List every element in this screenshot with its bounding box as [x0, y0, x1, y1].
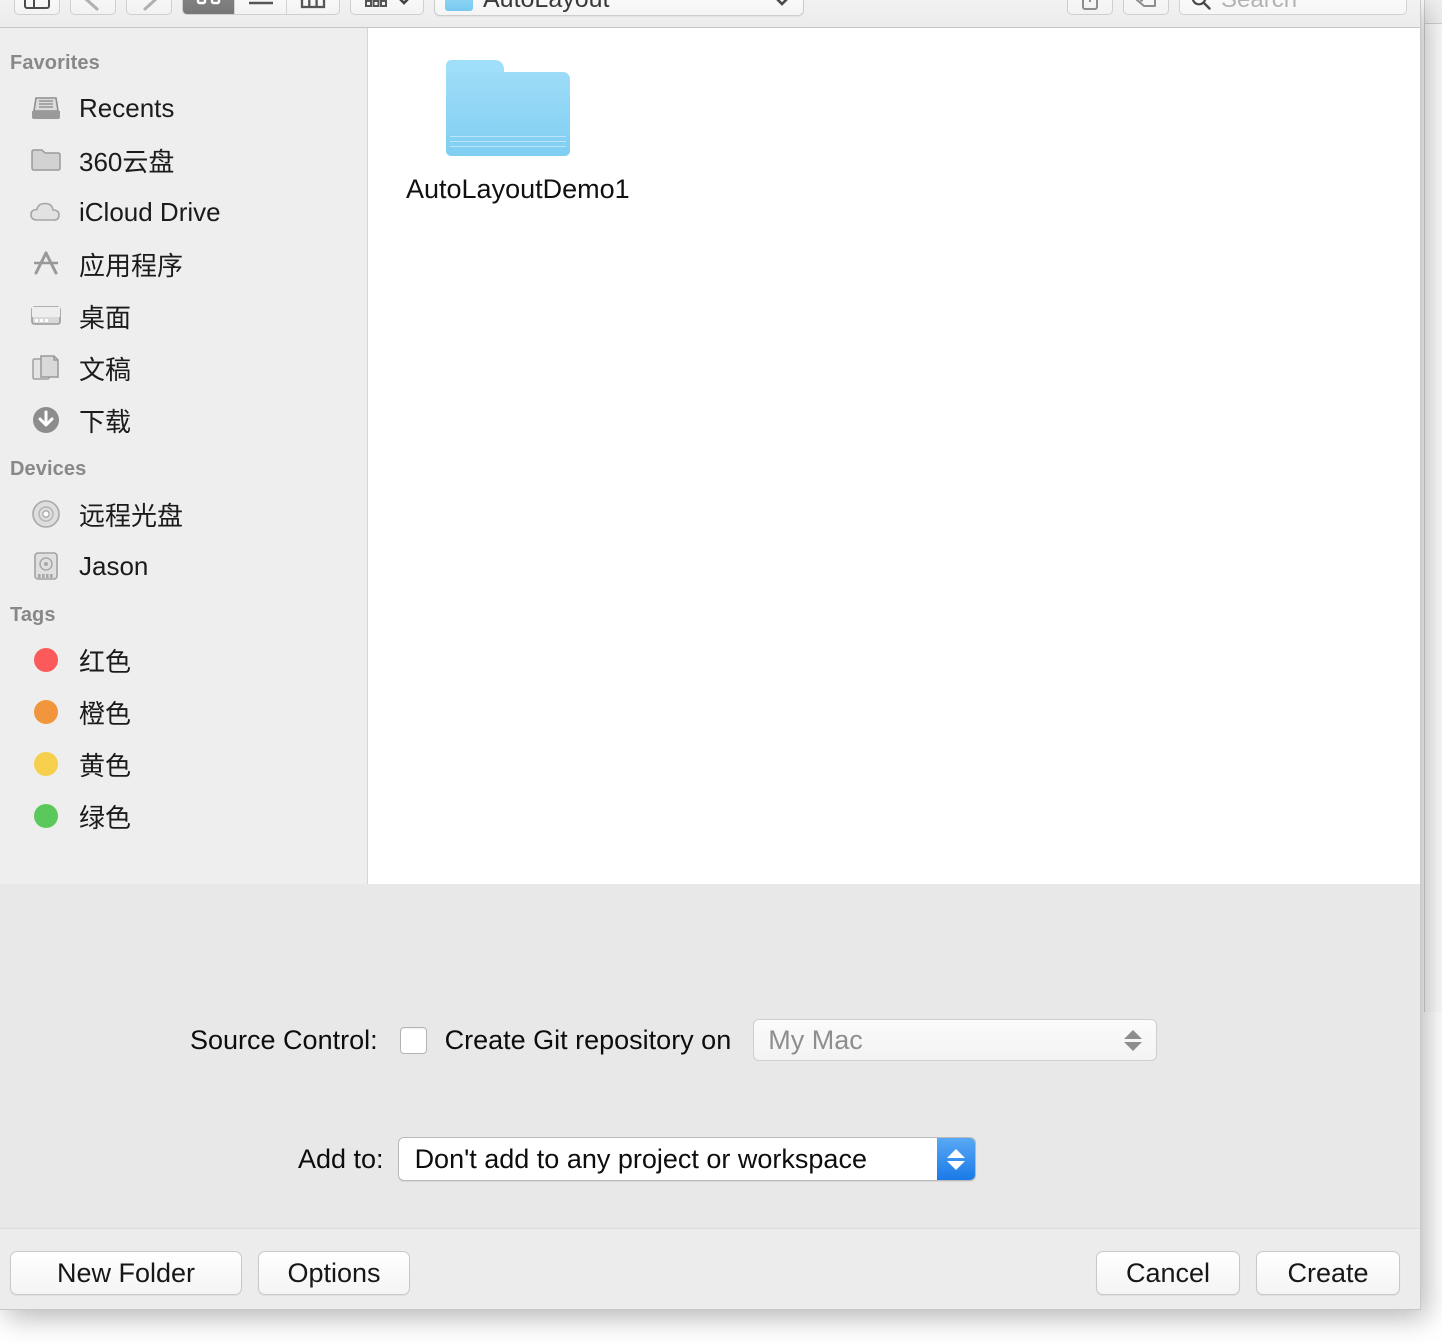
sidebar-item-label: iCloud Drive: [79, 196, 221, 227]
stepper-icon: [1124, 1029, 1143, 1051]
view-as-list-button[interactable]: [235, 0, 287, 14]
arrange-icon: [364, 0, 387, 7]
sidebar-item-label: Recents: [79, 92, 175, 123]
sidebar-item-label: 应用程序: [79, 250, 184, 281]
new-folder-button[interactable]: New Folder: [10, 1251, 242, 1295]
sidebar-item-label: 黄色: [79, 750, 132, 781]
background-window-toolbar: [1425, 0, 1442, 24]
options-button[interactable]: Options: [258, 1251, 410, 1295]
sidebar-section-favorites-header: Favorites: [10, 52, 100, 74]
sidebar-item-label: 红色: [79, 646, 132, 677]
finder-toolbar: AutoLayout Search: [0, 0, 1420, 28]
search-input[interactable]: Search: [1179, 0, 1407, 15]
chevron-down-icon: [399, 0, 408, 5]
sidebar-toggle-button[interactable]: [14, 0, 60, 15]
sidebar-icon: [24, 0, 50, 9]
file-item-label: AutoLayoutDemo1: [406, 174, 630, 204]
view-as-columns-button[interactable]: [287, 0, 339, 14]
sidebar: Favorites Recents 360云盘 iCloud Drive 应用程…: [0, 28, 368, 884]
stepper-icon[interactable]: [936, 1138, 975, 1180]
sidebar-item-label: Jason: [79, 550, 149, 581]
sidebar-item-applications[interactable]: 应用程序: [0, 238, 367, 290]
git-location-popup[interactable]: My Mac: [753, 1019, 1158, 1061]
tag-dot-icon: [26, 643, 66, 677]
documents-icon: [26, 351, 66, 385]
recents-icon: [26, 91, 66, 125]
view-mode-segmented-control[interactable]: [182, 0, 340, 15]
icon-view-icon: [196, 0, 220, 4]
sidebar-item-label: 下载: [79, 406, 132, 437]
create-button[interactable]: Create: [1256, 1251, 1400, 1295]
save-panel-dialog: AutoLayout Search: [0, 0, 1421, 1310]
add-to-label: Add to:: [298, 1143, 384, 1174]
column-view-icon: [300, 0, 326, 8]
sidebar-item-tag-orange[interactable]: 橙色: [0, 686, 367, 738]
sidebar-item-tag-green[interactable]: 绿色: [0, 790, 367, 842]
sidebar-item-desktop[interactable]: 桌面: [0, 290, 367, 342]
create-git-checkbox[interactable]: [399, 1026, 427, 1054]
sidebar-item-label: 桌面: [79, 302, 132, 333]
tag-dot-icon: [26, 799, 66, 833]
sidebar-item-360yunpan[interactable]: 360云盘: [0, 134, 367, 186]
sidebar-item-documents[interactable]: 文稿: [0, 342, 367, 394]
file-item[interactable]: AutoLayoutDemo1: [406, 60, 630, 205]
tag-icon: [1136, 0, 1156, 7]
file-list-area[interactable]: AutoLayoutDemo1: [368, 28, 1420, 884]
sidebar-item-recents[interactable]: Recents: [0, 82, 367, 134]
sidebar-item-downloads[interactable]: 下载: [0, 394, 367, 446]
optical-disc-icon: [26, 497, 66, 531]
tag-dot-icon: [26, 747, 66, 781]
git-location-value: My Mac: [768, 1024, 863, 1055]
desktop-icon: [26, 299, 66, 333]
path-popup-value: AutoLayout: [483, 0, 761, 14]
folder-icon: [26, 143, 66, 177]
tag-button[interactable]: [1123, 0, 1169, 15]
view-as-icons-button[interactable]: [183, 0, 235, 14]
hard-drive-icon: [26, 549, 66, 583]
sidebar-item-label: 远程光盘: [79, 500, 184, 531]
sidebar-item-label: 360云盘: [79, 146, 175, 177]
options-panel: Source Control: Create Git repository on…: [0, 884, 1420, 1228]
tag-dot-icon: [26, 695, 66, 729]
source-control-row: Source Control: Create Git repository on…: [0, 1019, 1420, 1061]
sidebar-item-label: 绿色: [79, 802, 132, 833]
cancel-button[interactable]: Cancel: [1096, 1251, 1240, 1295]
create-git-label: Create Git repository on: [444, 1024, 732, 1055]
arrange-by-button[interactable]: [350, 0, 424, 15]
list-view-icon: [248, 1, 273, 4]
chevron-right-icon: [143, 0, 157, 10]
file-browser: Favorites Recents 360云盘 iCloud Drive 应用程…: [0, 28, 1420, 884]
sidebar-item-icloud-drive[interactable]: iCloud Drive: [0, 186, 367, 238]
source-control-label: Source Control:: [190, 1024, 378, 1055]
sidebar-item-tag-red[interactable]: 红色: [0, 634, 367, 686]
share-icon: [1082, 0, 1098, 10]
sidebar-item-label: 文稿: [79, 354, 132, 385]
add-to-value: Don't add to any project or workspace: [414, 1143, 867, 1174]
add-to-popup[interactable]: Don't add to any project or workspace: [397, 1137, 976, 1181]
search-placeholder: Search: [1221, 0, 1297, 14]
downloads-icon: [26, 403, 66, 437]
sidebar-item-jason-drive[interactable]: Jason: [0, 540, 367, 592]
applications-icon: [26, 247, 66, 281]
sidebar-section-tags-header: Tags: [10, 604, 56, 626]
folder-icon: [446, 60, 570, 156]
chevron-left-icon: [85, 0, 99, 10]
back-button[interactable]: [70, 0, 116, 15]
share-button[interactable]: [1067, 0, 1113, 15]
sidebar-item-remote-disc[interactable]: 远程光盘: [0, 488, 367, 540]
forward-button[interactable]: [126, 0, 172, 15]
sidebar-item-label: 橙色: [79, 698, 132, 729]
dialog-button-bar: New Folder Options Cancel Create: [0, 1228, 1420, 1309]
path-popup-button[interactable]: AutoLayout: [434, 0, 804, 16]
sidebar-item-tag-yellow[interactable]: 黄色: [0, 738, 367, 790]
add-to-row: Add to: Don't add to any project or work…: [0, 1137, 1420, 1181]
background-window: [1424, 0, 1442, 1012]
chevron-down-icon: [776, 0, 788, 6]
search-icon: [1192, 0, 1211, 10]
cloud-icon: [26, 195, 66, 229]
folder-icon: [445, 0, 473, 11]
sidebar-section-devices-header: Devices: [10, 458, 87, 480]
